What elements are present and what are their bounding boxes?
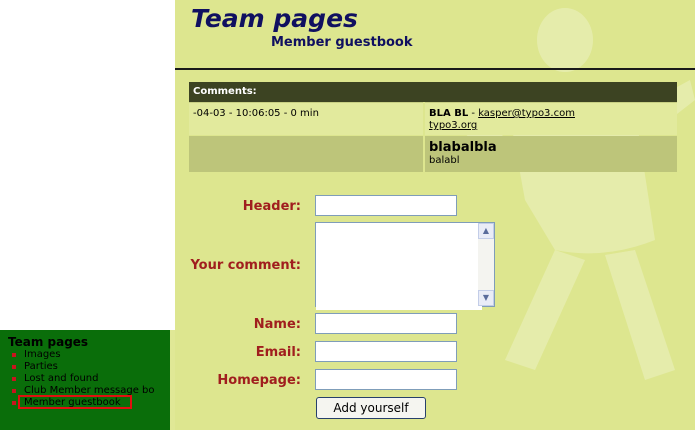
comment-body: blabalbla balabl <box>425 136 677 172</box>
page-title: Team pages <box>191 4 358 33</box>
add-yourself-button[interactable]: Add yourself <box>316 397 426 419</box>
page-subtitle: Member guestbook <box>271 35 413 50</box>
sidebar-item-images[interactable]: Images <box>10 349 155 361</box>
sidebar-item-label: Lost and found <box>24 373 99 384</box>
sidebar-item-lost-and-found[interactable]: Lost and found <box>10 373 155 385</box>
comment-homepage-link[interactable]: typo3.org <box>429 120 477 131</box>
comment-text: balabl <box>429 155 460 166</box>
blank-area <box>0 0 175 330</box>
name-label: Name: <box>253 317 301 332</box>
bullet-icon <box>12 377 16 381</box>
sidebar-item-label: Parties <box>24 361 58 372</box>
header-input[interactable] <box>315 195 457 216</box>
main-content: Team pages Member guestbook Comments: -0… <box>175 0 695 430</box>
sidebar-item-parties[interactable]: Parties <box>10 361 155 373</box>
sidebar-nav: Team pages Images Parties Lost and found… <box>0 330 170 430</box>
sidebar-item-label: Images <box>24 349 61 360</box>
comment-label: Your comment: <box>190 258 301 273</box>
sidebar-title: Team pages <box>8 335 89 349</box>
email-label: Email: <box>255 345 301 360</box>
bullet-icon <box>12 353 16 357</box>
comment-textarea[interactable] <box>316 223 482 310</box>
bullet-icon <box>12 401 16 405</box>
comment-title: blabalbla <box>429 140 497 155</box>
comment-email-link[interactable]: kasper@typo3.com <box>478 108 575 119</box>
soccer-player-background-image <box>455 8 695 380</box>
homepage-label: Homepage: <box>217 373 301 388</box>
header-label: Header: <box>242 199 301 214</box>
email-input[interactable] <box>315 341 457 362</box>
homepage-input[interactable] <box>315 369 457 390</box>
comment-datetime: -04-03 - 10:06:05 - 0 min <box>189 102 423 135</box>
scroll-up-icon[interactable]: ▲ <box>478 223 494 239</box>
comment-separator: - <box>468 108 479 119</box>
comments-heading: Comments: <box>189 82 677 102</box>
comment-textarea-container: ▲ ▼ <box>315 222 495 310</box>
sidebar-item-label: Member guestbook <box>24 397 121 408</box>
bullet-icon <box>12 365 16 369</box>
comment-author: BLA BL <box>429 108 469 119</box>
header-divider <box>175 68 695 70</box>
comment-scrollbar[interactable]: ▲ ▼ <box>478 223 494 306</box>
sidebar-item-member-guestbook[interactable]: Member guestbook <box>10 395 155 409</box>
comment-spacer-cell <box>189 136 423 172</box>
comment-author-info: BLA BL - kasper@typo3.com typo3.org <box>425 102 677 135</box>
sidebar-menu: Images Parties Lost and found Club Membe… <box>10 349 155 409</box>
scroll-down-icon[interactable]: ▼ <box>478 290 494 306</box>
bullet-icon <box>12 389 16 393</box>
name-input[interactable] <box>315 313 457 334</box>
